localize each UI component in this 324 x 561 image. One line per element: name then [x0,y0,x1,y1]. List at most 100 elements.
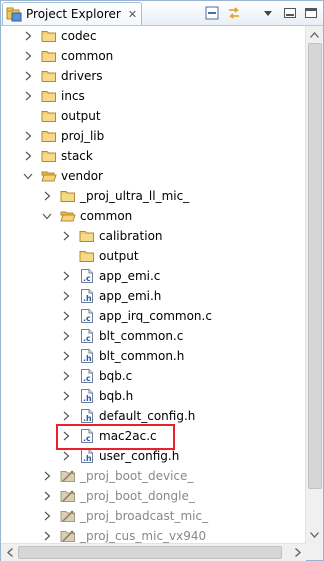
expand-arrow-icon[interactable] [42,506,52,526]
tree-item-label: blt_common.h [99,349,185,363]
svg-text:.h: .h [83,454,92,463]
tree-item[interactable]: _proj_ultra_ll_mic_ [42,186,189,206]
tree-item[interactable]: drivers [23,66,103,86]
tree-item[interactable]: .c app_irq_common.c [61,306,212,326]
vertical-scroll-thumb[interactable] [308,43,322,489]
excluded-folder-icon [60,488,76,504]
tree-item[interactable]: .c bqb.c [61,366,132,386]
expand-arrow-icon[interactable] [61,346,71,366]
expand-arrow-icon[interactable] [61,286,71,306]
tree-item-label: bqb.h [99,389,134,403]
tree-item[interactable]: .h bqb.h [61,386,133,406]
excluded-folder-icon [60,508,76,524]
view-menu-icon[interactable] [259,4,277,22]
tree-item-label: vendor [61,169,103,183]
collapse-all-icon[interactable] [203,4,221,22]
collapse-arrow-icon[interactable] [23,166,33,186]
scroll-down-icon[interactable] [306,526,323,543]
expand-arrow-icon[interactable] [42,486,52,506]
svg-text:.h: .h [83,414,92,423]
svg-text:.h: .h [83,394,92,403]
expand-arrow-icon[interactable] [42,466,52,486]
tree-item[interactable]: output [61,246,139,266]
tree-item[interactable]: .h app_emi.h [61,286,161,306]
expand-arrow-icon[interactable] [42,526,52,544]
scrollbar-corner [306,543,323,560]
tree-item[interactable]: _proj_broadcast_mic_ [42,506,208,526]
expand-arrow-icon[interactable] [61,266,71,286]
h-header-file-icon: .h [79,388,95,404]
h-header-file-icon: .h [79,448,95,464]
svg-text:.h: .h [83,354,92,363]
tree-item[interactable]: incs [23,86,85,106]
folder-icon [41,88,57,104]
tree-item[interactable]: vendor [23,166,103,186]
expand-arrow-icon[interactable] [61,326,71,346]
expand-arrow-icon[interactable] [23,66,33,86]
tree-item-label: incs [61,89,85,103]
expand-arrow-icon[interactable] [23,86,33,106]
collapse-arrow-icon[interactable] [42,206,52,226]
folder-icon [41,108,57,124]
tree-item[interactable]: .h default_config.h [61,406,195,426]
tree-item-label: default_config.h [99,409,196,423]
tree-item[interactable]: common [23,46,113,66]
scroll-left-icon[interactable] [1,544,18,561]
folder-icon [41,48,57,64]
vertical-scrollbar[interactable] [305,26,323,543]
tree-item-label: _proj_ultra_ll_mic_ [80,189,190,203]
c-source-file-icon: .c [79,368,95,384]
folder-icon [41,28,57,44]
view-title: Project Explorer [26,7,121,21]
project-explorer-tab[interactable]: Project Explorer ✕ [2,2,142,25]
tree-item-label: app_emi.h [99,289,162,303]
tree-item[interactable]: common [42,206,132,226]
scroll-up-icon[interactable] [306,26,323,43]
expand-arrow-icon[interactable] [23,146,33,166]
tree-item-label: stack [61,149,93,163]
tree-item-label: _proj_cus_mic_vx940 [80,529,207,543]
tree-item[interactable]: _proj_cus_mic_vx940 [42,526,206,544]
scroll-right-icon[interactable] [289,544,306,561]
minimize-icon[interactable] [281,4,299,22]
expand-arrow-icon[interactable] [23,46,33,66]
expand-arrow-icon[interactable] [61,386,71,406]
tree-item[interactable]: codec [23,26,97,46]
expand-arrow-icon[interactable] [23,26,33,46]
expand-arrow-icon[interactable] [61,306,71,326]
expand-arrow-icon[interactable] [42,186,52,206]
expand-arrow-icon[interactable] [61,406,71,426]
tree-item[interactable]: .h blt_common.h [61,346,184,366]
tree-item[interactable]: .c blt_common.c [61,326,183,346]
tree-item[interactable]: proj_lib [23,126,104,146]
folder-icon [41,68,57,84]
folder-open-icon [60,208,76,224]
horizontal-scroll-thumb[interactable] [18,546,282,559]
tree-item[interactable]: _proj_boot_dongle_ [42,486,195,506]
tree-item[interactable]: stack [23,146,93,166]
tree-item[interactable]: .c app_emi.c [61,266,160,286]
expand-arrow-icon[interactable] [61,366,71,386]
tree-item[interactable]: calibration [61,226,163,246]
horizontal-scrollbar[interactable] [1,543,306,561]
tree-item-label: calibration [99,229,163,243]
tree-item[interactable]: _proj_boot_device_ [42,466,193,486]
link-with-editor-icon[interactable] [225,4,243,22]
c-source-file-icon: .c [79,268,95,284]
excluded-folder-icon [60,528,76,544]
expand-arrow-icon[interactable] [23,126,33,146]
expand-arrow-icon[interactable] [61,226,71,246]
close-icon[interactable]: ✕ [128,8,137,21]
folder-open-icon [41,168,57,184]
project-tree: codec common drivers incs output proj_lib stac… [1,26,306,544]
h-header-file-icon: .h [79,288,95,304]
tree-item-label: codec [61,29,97,43]
h-header-file-icon: .h [79,408,95,424]
view-tab-bar: Project Explorer ✕ [1,1,323,26]
tree-arrow-spacer [23,106,33,126]
maximize-icon[interactable] [302,4,320,22]
tree-item[interactable]: output [23,106,101,126]
tree-item-label: _proj_broadcast_mic_ [80,509,209,523]
tree-item-label: output [61,109,101,123]
project-explorer-icon [6,6,22,22]
